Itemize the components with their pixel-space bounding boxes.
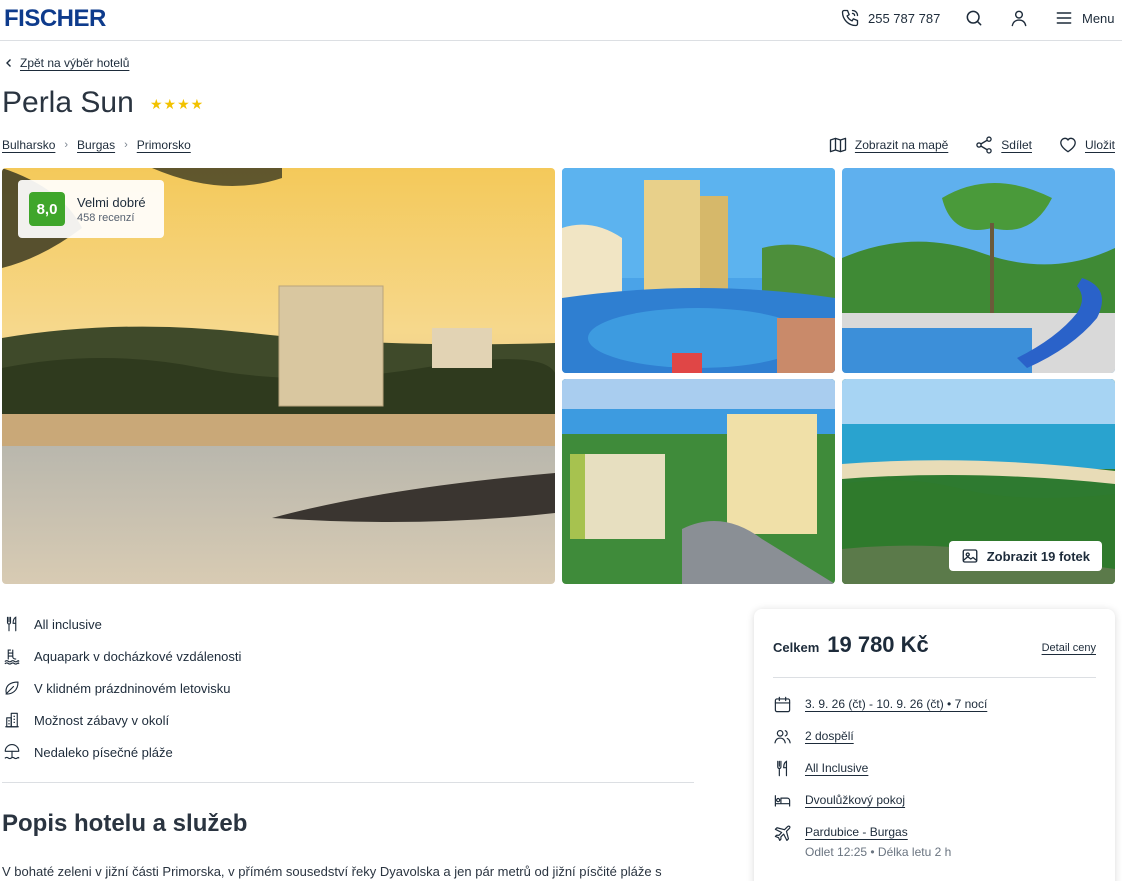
hamburger-icon (1056, 12, 1072, 24)
hotel-name: Perla Sun (2, 86, 134, 119)
rating-label: Velmi dobré (77, 194, 146, 210)
flight-route: Pardubice - Burgas (805, 825, 908, 839)
leaf-icon (5, 681, 19, 695)
card-divider (773, 677, 1096, 678)
rating-reviews: 458 recenzí (77, 211, 135, 224)
back-link-label: Zpět na výběr hotelů (20, 56, 130, 70)
rating-badge[interactable]: 8,0 Velmi dobré 458 recenzí (18, 180, 164, 238)
total-label: Celkem (773, 640, 820, 655)
gallery-photo[interactable] (842, 168, 1115, 373)
map-icon (829, 137, 847, 153)
persons-value: 2 dospělí (805, 729, 854, 743)
feature-label: V klidném prázdninovém letovisku (34, 680, 231, 696)
show-map-button[interactable]: Zobrazit na mapě (828, 135, 948, 155)
breadcrumb-resort[interactable]: Primorsko (137, 138, 191, 152)
account-button[interactable] (1009, 7, 1029, 29)
people-icon (774, 729, 791, 744)
beach-umbrella-icon (4, 743, 20, 760)
waterslide-image (842, 168, 1115, 373)
hotel-stars: ★★★★ (150, 96, 205, 112)
heart-icon (1060, 137, 1076, 153)
feature-item: Možnost zábavy v okolí (3, 704, 241, 736)
hotel-aerial-image (562, 379, 835, 584)
save-label: Uložit (1084, 138, 1115, 152)
hotel-pool-image (562, 168, 835, 373)
chevron-right-icon: › (124, 139, 128, 151)
gallery-photo[interactable]: Zobrazit 19 fotek (842, 379, 1115, 584)
dates-row[interactable]: 3. 9. 26 (čt) - 10. 9. 26 (čt) • 7 nocí (773, 695, 987, 714)
breadcrumb-country[interactable]: Bulharsko (2, 138, 55, 152)
fischer-logo[interactable]: FISCHER (4, 5, 106, 33)
gallery-photo[interactable] (562, 168, 835, 373)
feature-item: V klidném prázdninovém letovisku (3, 672, 241, 704)
city-icon (5, 712, 19, 728)
total-value: 19 780 Kč (827, 632, 929, 657)
share-label: Sdílet (1001, 138, 1032, 152)
aquapark-icon (4, 649, 20, 665)
cutlery-icon (6, 616, 17, 632)
dates-value: 3. 9. 26 (čt) - 10. 9. 26 (čt) • 7 nocí (805, 697, 988, 711)
feature-item: Nedaleko písečné pláže (3, 736, 241, 768)
feature-label: Aquapark v docházkové vzdálenosti (34, 648, 242, 664)
bed-icon (774, 795, 791, 807)
rating-score: 8,0 (29, 192, 65, 226)
show-all-photos-button[interactable]: Zobrazit 19 fotek (948, 541, 1102, 571)
flight-info: Odlet 12:25 • Délka letu 2 h (805, 845, 952, 859)
feature-item: Aquapark v docházkové vzdálenosti (3, 640, 241, 672)
share-button[interactable]: Sdílet (974, 135, 1032, 155)
site-header: FISCHER 255 787 787 Menu (0, 0, 1122, 41)
board-row[interactable]: All Inclusive (773, 759, 868, 778)
feature-label: Nedaleko písečné pláže (34, 744, 173, 760)
menu-label: Menu (1082, 10, 1115, 26)
search-button[interactable] (964, 7, 984, 29)
chevron-left-icon (6, 59, 11, 67)
section-divider (2, 782, 694, 783)
hotel-actions: Zobrazit na mapě Sdílet Uložit (828, 135, 1115, 155)
chevron-right-icon: › (64, 139, 69, 151)
board-value: All Inclusive (805, 761, 869, 775)
phone-number: 255 787 787 (868, 10, 941, 26)
hotel-description: V bohaté zeleni v jižní části Primorska,… (2, 864, 662, 879)
breadcrumb: Bulharsko › Burgas › Primorsko (2, 138, 191, 152)
feature-label: Možnost zábavy v okolí (34, 712, 170, 728)
user-icon (1011, 10, 1027, 27)
show-photos-label: Zobrazit 19 fotek (986, 548, 1090, 564)
calendar-icon (774, 696, 791, 713)
persons-row[interactable]: 2 dospělí (773, 727, 854, 746)
price-detail-link[interactable]: Detail ceny (1042, 642, 1096, 654)
feature-label: All inclusive (34, 616, 102, 632)
feature-item: All inclusive (3, 608, 241, 640)
room-row[interactable]: Dvoulůžkový pokoj (773, 791, 905, 810)
save-button[interactable]: Uložit (1058, 135, 1115, 155)
flight-row[interactable]: Pardubice - Burgas Odlet 12:25 • Délka l… (773, 823, 951, 859)
room-value: Dvoulůžkový pokoj (805, 793, 906, 807)
phone-link[interactable]: 255 787 787 (840, 7, 940, 29)
menu-button[interactable]: Menu (1054, 7, 1115, 29)
airplane-icon (774, 825, 791, 842)
main-photo[interactable]: 8,0 Velmi dobré 458 recenzí (2, 168, 555, 584)
breadcrumb-region[interactable]: Burgas (77, 138, 115, 152)
cutlery-icon (777, 760, 788, 777)
search-icon (966, 10, 982, 26)
show-map-label: Zobrazit na mapě (854, 138, 949, 152)
total-price: Celkem 19 780 Kč (773, 632, 929, 658)
share-icon (976, 136, 993, 154)
gallery-photo[interactable] (562, 379, 835, 584)
phone-icon (841, 9, 859, 27)
back-to-hotels-link[interactable]: Zpět na výběr hotelů (4, 56, 129, 70)
image-icon (962, 549, 978, 563)
section-title: Popis hotelu a služeb (2, 810, 248, 837)
hotel-features: All inclusive Aquapark v docházkové vzdá… (3, 608, 241, 768)
price-card: Celkem 19 780 Kč Detail ceny 3. 9. 26 (č… (754, 609, 1115, 881)
